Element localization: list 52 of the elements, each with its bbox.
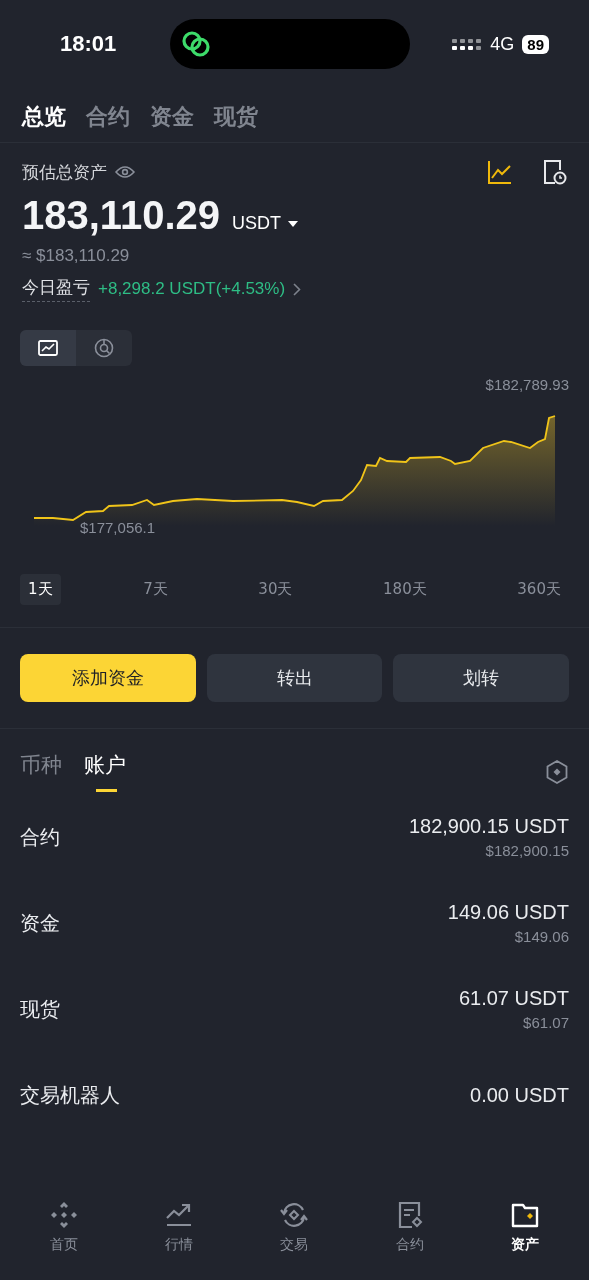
- nav-trade-button[interactable]: 交易: [254, 1200, 335, 1254]
- tab[interactable]: 资金: [150, 92, 194, 142]
- action-button[interactable]: 划转: [393, 654, 569, 702]
- pnl-label: 今日盈亏: [22, 276, 90, 302]
- nav-futures-button[interactable]: 合约: [369, 1200, 450, 1254]
- account-balance: 149.06 USDT: [447, 901, 569, 924]
- caret-down-icon: [288, 220, 298, 227]
- tab[interactable]: 账户: [84, 751, 126, 792]
- range-tab[interactable]: 180天: [375, 574, 435, 605]
- tab[interactable]: 币种: [20, 751, 62, 792]
- range-tab[interactable]: 360天: [509, 574, 569, 605]
- eye-icon[interactable]: [115, 165, 135, 179]
- account-usd-value: $182,900.15: [485, 842, 569, 859]
- account-balance: 61.07 USDT: [458, 987, 569, 1010]
- pie-chart-icon: [94, 338, 114, 358]
- network-label: 4G: [490, 33, 515, 55]
- total-amount: 183,110.29: [22, 193, 220, 238]
- low-value-label: $177,056.1: [80, 519, 157, 536]
- tab[interactable]: 合约: [86, 92, 130, 142]
- total-assets-label: 预估总资产: [22, 160, 107, 184]
- chart-icon[interactable]: [487, 159, 513, 185]
- tab[interactable]: 现货: [214, 92, 258, 142]
- action-button[interactable]: 转出: [206, 654, 383, 702]
- nav-markets-button[interactable]: 行情: [139, 1200, 220, 1254]
- account-balance: 182,900.15 USDT: [408, 815, 569, 838]
- history-icon[interactable]: [541, 159, 567, 185]
- range-tab[interactable]: 30天: [250, 574, 301, 605]
- action-button[interactable]: 添加资金: [20, 654, 196, 702]
- usd-equivalent: ≈ $183,110.29: [22, 246, 131, 266]
- account-usd-value: $149.06: [514, 928, 569, 945]
- pnl-value: +8,298.2 USDT(+4.53%): [98, 279, 286, 299]
- range-tab[interactable]: 1天: [20, 574, 61, 605]
- battery-indicator: 89: [522, 34, 549, 54]
- currency-dropdown[interactable]: USDT: [232, 213, 298, 234]
- signal-icon: [452, 37, 483, 51]
- line-chart-toggle[interactable]: [20, 330, 76, 366]
- range-tab[interactable]: 7天: [135, 574, 176, 605]
- chevron-right-icon[interactable]: [293, 282, 302, 296]
- account-usd-value: $61.07: [523, 1014, 569, 1031]
- high-value-label: $182,789.93: [485, 376, 569, 393]
- account-balance: 0.00 USDT: [470, 1083, 569, 1107]
- hexagon-icon[interactable]: [545, 758, 569, 785]
- account-name: 合约: [20, 823, 60, 851]
- nav-home-button[interactable]: 首页: [23, 1200, 104, 1254]
- swap-arrows-icon: [279, 1200, 310, 1230]
- tab[interactable]: 总览: [22, 92, 66, 142]
- account-name: 资金: [20, 909, 60, 937]
- account-name: 交易机器人: [20, 1081, 120, 1109]
- status-time: 18:01: [60, 31, 118, 57]
- account-name: 现货: [20, 995, 60, 1023]
- line-chart-icon: [38, 340, 58, 356]
- nav-assets-button[interactable]: 资产: [485, 1200, 566, 1254]
